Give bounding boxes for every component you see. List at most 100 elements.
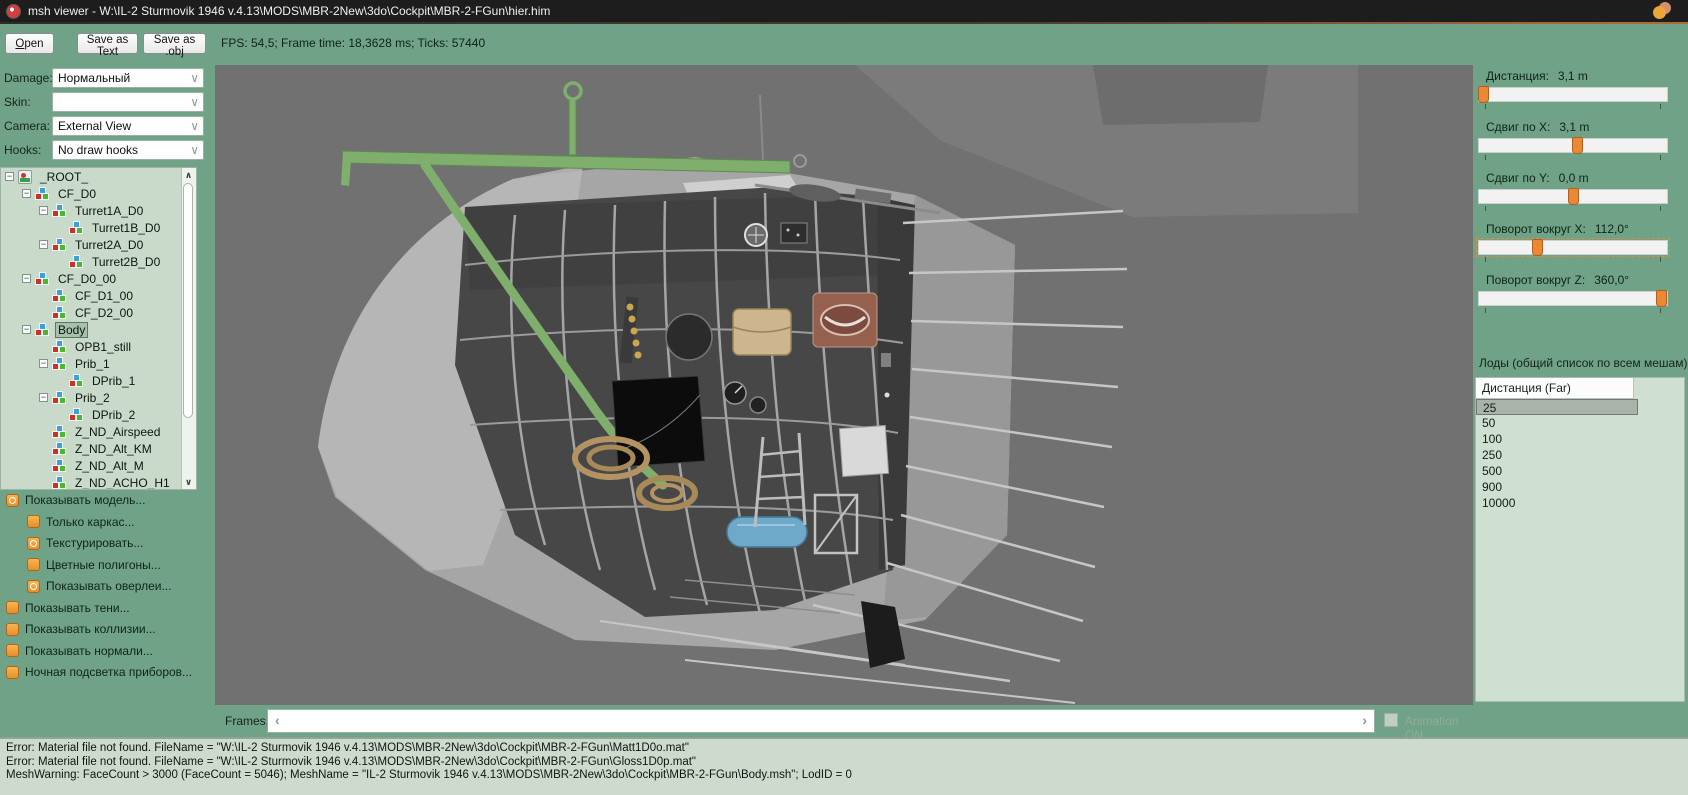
tree-node-CF_D0[interactable]: − CF_D0 — [1, 185, 196, 202]
tree-node-label[interactable]: CF_D1_00 — [72, 289, 136, 303]
lod-row-100[interactable]: 100 — [1476, 431, 1636, 447]
save-as-text-button[interactable]: Save as Text — [77, 33, 138, 58]
tree-node-label[interactable]: Z_ND_ACHO_H1 — [72, 476, 173, 490]
tree-node-DPrib_1[interactable]: DPrib_1 — [1, 372, 196, 389]
tree-node-label[interactable]: CF_D0 — [55, 187, 99, 201]
scroll-left-icon[interactable]: ‹ — [275, 712, 280, 728]
slider-track[interactable] — [1478, 188, 1668, 205]
scroll-down-icon[interactable]: ∨ — [182, 476, 195, 488]
open-button[interactable]: Open — [5, 33, 54, 54]
collapse-toggle-icon[interactable]: − — [39, 206, 48, 215]
tree-node-label[interactable]: Z_ND_Airspeed — [72, 425, 163, 439]
orange-checkbox[interactable] — [6, 644, 19, 657]
toggle-row[interactable]: Показывать коллизии... — [6, 622, 156, 636]
slider-track[interactable] — [1478, 137, 1668, 154]
lod-column-header[interactable]: Дистанция (Far) — [1476, 378, 1634, 399]
collapse-toggle-icon[interactable]: − — [39, 240, 48, 249]
scroll-right-icon[interactable]: › — [1362, 712, 1367, 728]
tree-node-label[interactable]: Turret1A_D0 — [72, 204, 146, 218]
tree-node-label[interactable]: Turret1B_D0 — [89, 221, 163, 235]
tree-node-label[interactable]: Prib_2 — [72, 391, 113, 405]
tree-node-DPrib_2[interactable]: DPrib_2 — [1, 406, 196, 423]
tree-node-label[interactable]: CF_D0_00 — [55, 272, 119, 286]
tree-node-label[interactable]: Turret2B_D0 — [89, 255, 163, 269]
lod-row-25[interactable]: 25 — [1476, 399, 1638, 415]
camera-select[interactable]: External View ∨ — [52, 116, 204, 136]
lod-row-500[interactable]: 500 — [1476, 463, 1636, 479]
tree-node-Turret2B_D0[interactable]: Turret2B_D0 — [1, 253, 196, 270]
slider-track[interactable] — [1476, 238, 1670, 257]
lod-row-900[interactable]: 900 — [1476, 479, 1636, 495]
tree-node-Z_ND_ACHO_H1[interactable]: Z_ND_ACHO_H1 — [1, 474, 196, 490]
toggle-row[interactable]: Показывать тени... — [6, 601, 130, 615]
tree-node-_ROOT_[interactable]: − _ROOT_ — [1, 168, 196, 185]
orange-checkbox[interactable] — [6, 665, 19, 679]
notification-dot-icon[interactable] — [1648, 2, 1672, 20]
tree-node-CF_D1_00[interactable]: CF_D1_00 — [1, 287, 196, 304]
tree-node-Z_ND_Alt_KM[interactable]: Z_ND_Alt_KM — [1, 440, 196, 457]
collapse-toggle-icon[interactable]: − — [5, 172, 14, 181]
toggle-row[interactable]: Цветные полигоны... — [27, 558, 161, 572]
tree-node-Turret1A_D0[interactable]: − Turret1A_D0 — [1, 202, 196, 219]
save-as-obj-button[interactable]: Save as .obj — [143, 33, 206, 58]
lod-row-10000[interactable]: 10000 — [1476, 495, 1636, 511]
toggle-row[interactable]: Показывать нормали... — [6, 644, 153, 658]
collapse-toggle-icon[interactable]: − — [22, 274, 31, 283]
lod-row-50[interactable]: 50 — [1476, 415, 1636, 431]
tree-node-Turret2A_D0[interactable]: − Turret2A_D0 — [1, 236, 196, 253]
tree-node-OPB1_still[interactable]: OPB1_still — [1, 338, 196, 355]
orange-checkbox[interactable] — [6, 622, 19, 636]
slider-track[interactable] — [1477, 86, 1668, 103]
tree-node-Turret1B_D0[interactable]: Turret1B_D0 — [1, 219, 196, 236]
tree-node-label[interactable]: Z_ND_Alt_KM — [72, 442, 155, 456]
damage-select[interactable]: Нормальный ∨ — [52, 68, 204, 88]
hooks-select[interactable]: No draw hooks ∨ — [52, 140, 204, 160]
title-bar[interactable]: msh viewer - W:\IL-2 Sturmovik 1946 v.4.… — [0, 0, 1688, 22]
tree-node-label[interactable]: DPrib_1 — [89, 374, 138, 388]
toggle-row[interactable]: Показывать модель... — [6, 493, 145, 507]
tree-node-Body[interactable]: − Body — [1, 321, 196, 338]
tree-node-label[interactable]: Turret2A_D0 — [72, 238, 146, 252]
tree-node-CF_D0_00[interactable]: − CF_D0_00 — [1, 270, 196, 287]
toggle-row[interactable]: Текстурировать... — [27, 536, 143, 550]
tree-node-label[interactable]: _ROOT_ — [37, 170, 91, 184]
tree-node-label[interactable]: OPB1_still — [72, 340, 134, 354]
animation-on-checkbox[interactable] — [1384, 713, 1398, 727]
toggle-row[interactable]: Только каркас... — [27, 515, 135, 529]
collapse-toggle-icon[interactable]: − — [22, 325, 31, 334]
orange-checkbox[interactable] — [6, 493, 19, 507]
slider-thumb[interactable] — [1571, 137, 1583, 154]
tree-node-CF_D2_00[interactable]: CF_D2_00 — [1, 304, 196, 321]
scroll-up-icon[interactable]: ∧ — [182, 169, 195, 181]
tree-node-Z_ND_Alt_M[interactable]: Z_ND_Alt_M — [1, 457, 196, 474]
collapse-toggle-icon[interactable]: − — [22, 189, 31, 198]
collapse-toggle-icon[interactable]: − — [39, 393, 48, 402]
tree-node-Prib_2[interactable]: − Prib_2 — [1, 389, 196, 406]
tree-node-Prib_1[interactable]: − Prib_1 — [1, 355, 196, 372]
slider-thumb[interactable] — [1568, 188, 1579, 205]
viewport-3d[interactable] — [215, 65, 1473, 705]
slider-track[interactable] — [1478, 290, 1668, 307]
scrollbar-thumb[interactable] — [183, 183, 193, 418]
skin-select[interactable]: ∨ — [52, 92, 204, 112]
orange-checkbox[interactable] — [27, 515, 40, 528]
orange-checkbox[interactable] — [6, 601, 19, 614]
tree-node-Z_ND_Airspeed[interactable]: Z_ND_Airspeed — [1, 423, 196, 440]
orange-checkbox[interactable] — [27, 558, 40, 571]
slider-thumb[interactable] — [1656, 290, 1668, 307]
slider-thumb[interactable] — [1477, 86, 1489, 103]
orange-checkbox[interactable] — [27, 536, 40, 550]
tree-node-label[interactable]: Body — [55, 321, 89, 338]
tree-node-label[interactable]: DPrib_2 — [89, 408, 138, 422]
collapse-toggle-icon[interactable]: − — [39, 359, 48, 368]
toggle-row[interactable]: Показывать оверлеи... — [27, 579, 171, 593]
lod-row-250[interactable]: 250 — [1476, 447, 1636, 463]
tree-node-label[interactable]: Z_ND_Alt_M — [72, 459, 147, 473]
slider-thumb[interactable] — [1532, 239, 1544, 256]
frames-scrollbar[interactable]: ‹ › — [267, 709, 1375, 733]
orange-checkbox[interactable] — [27, 579, 40, 593]
tree-node-label[interactable]: Prib_1 — [72, 357, 113, 371]
tree-node-label[interactable]: CF_D2_00 — [72, 306, 136, 320]
toggle-row[interactable]: Ночная подсветка приборов... — [6, 665, 192, 679]
tree-scrollbar[interactable]: ∧ ∨ — [181, 168, 196, 489]
